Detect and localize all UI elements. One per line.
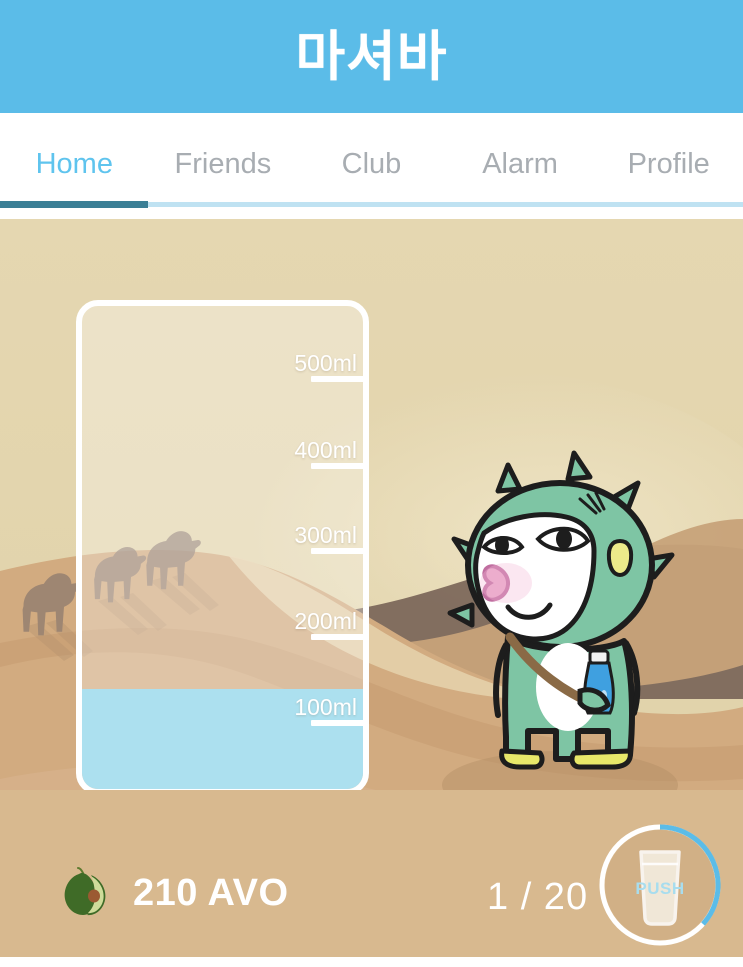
scale-tick-100 [311,720,363,726]
app-header: 마셔바 [0,0,743,113]
tab-home[interactable]: Home [0,149,149,179]
scale-tick-200 [311,634,363,640]
scale-mark-100: 100ml [233,694,363,728]
push-drink-button[interactable]: PUSH [597,822,723,948]
scale-mark-300: 300ml [233,522,363,556]
scale-label-500: 500ml [294,350,357,376]
tab-active-indicator [0,201,148,208]
scale-tick-300 [311,548,363,554]
avocado-icon [64,867,106,916]
push-button-art: PUSH [599,824,721,946]
scale-mark-200: 200ml [233,608,363,642]
scale-mark-500: 500ml [233,350,363,384]
push-button-label: PUSH [635,879,684,898]
scale-label-200: 200ml [294,608,357,634]
glass-count: 1 / 20 [487,876,589,918]
tab-profile[interactable]: Profile [594,149,743,179]
currency-display[interactable]: 210 AVO [57,865,289,921]
scale-mark-400: 400ml [233,437,363,471]
app-root: 마셔바 Home Friends Club Alarm Profile 500m… [0,0,743,967]
scale-tick-400 [311,463,363,469]
tab-list: Home Friends Club Alarm Profile [0,113,743,215]
scale-label-400: 400ml [294,437,357,463]
bottle-scale: 500ml 400ml 300ml 200ml 100ml [233,306,363,789]
water-bottle-gauge[interactable]: 500ml 400ml 300ml 200ml 100ml [76,300,369,795]
scale-label-300: 300ml [294,522,357,548]
scale-label-100: 100ml [294,694,357,720]
app-title: 마셔바 [295,26,448,87]
tab-friends[interactable]: Friends [149,149,298,179]
bottom-edge-strip [0,957,743,967]
currency-amount: 210 AVO [133,872,289,914]
scale-tick-500 [311,376,363,382]
tab-club[interactable]: Club [297,149,446,179]
tab-alarm[interactable]: Alarm [446,149,595,179]
